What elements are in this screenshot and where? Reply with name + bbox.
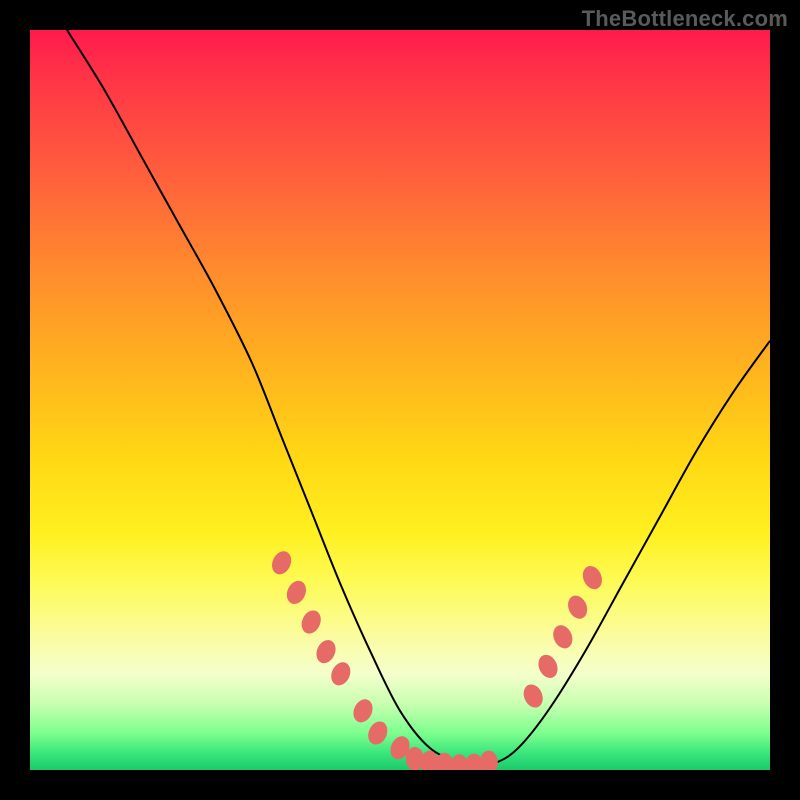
marker-dot (268, 548, 294, 577)
bottleneck-curve (67, 30, 770, 766)
watermark-text: TheBottleneck.com (582, 6, 788, 32)
marker-dot (579, 563, 605, 592)
marker-dot (350, 696, 376, 725)
marker-dot (283, 578, 309, 607)
marker-dot (564, 593, 590, 622)
highlight-markers (268, 548, 605, 770)
marker-dot (480, 751, 498, 770)
marker-dot (550, 622, 576, 651)
marker-dot (520, 681, 546, 710)
plot-area (30, 30, 770, 770)
chart-svg (30, 30, 770, 770)
marker-dot (535, 652, 561, 681)
marker-dot (328, 659, 354, 688)
marker-dot (298, 607, 324, 636)
outer-frame: TheBottleneck.com (0, 0, 800, 800)
marker-dot (365, 718, 391, 747)
marker-dot (313, 637, 339, 666)
